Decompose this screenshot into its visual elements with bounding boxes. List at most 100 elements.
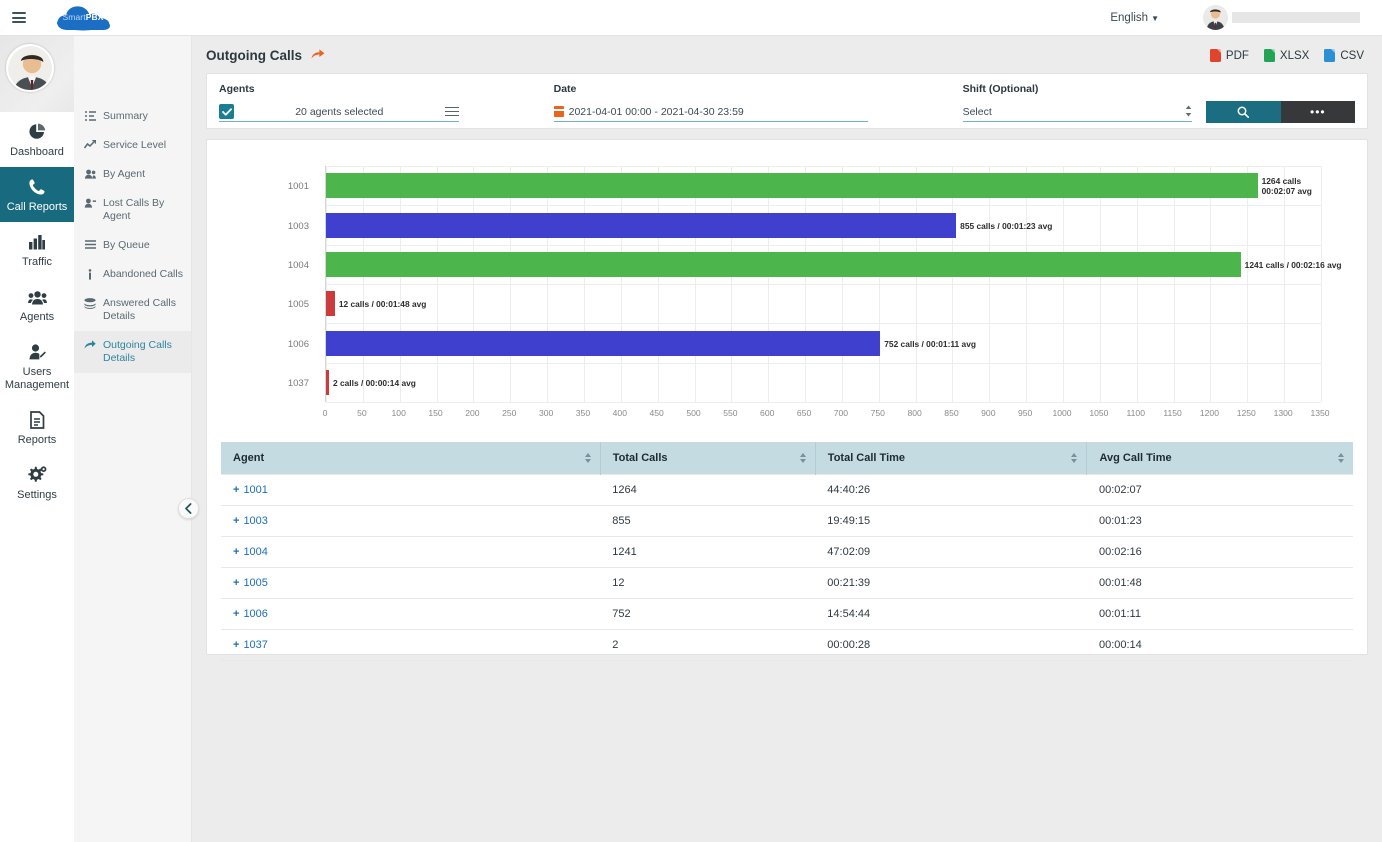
agent-link[interactable]: 1004 <box>243 546 267 558</box>
sidebar-item-traffic[interactable]: Traffic <box>0 222 74 277</box>
sidebar-avatar[interactable] <box>6 44 54 92</box>
list-menu-icon[interactable] <box>445 107 459 117</box>
cell-total-call-time: 00:21:39 <box>815 568 1087 599</box>
column-header-agent[interactable]: Agent <box>221 442 600 475</box>
sidebar-item-label: By Queue <box>103 239 150 252</box>
sidebar-item-call-reports[interactable]: Call Reports <box>0 167 74 222</box>
chart-bar-value-label: 2 calls / 00:00:14 avg <box>333 378 416 388</box>
agents-input[interactable]: 20 agents selected <box>219 102 459 122</box>
expand-row-icon[interactable]: + <box>233 639 239 651</box>
sidebar-item-users-management[interactable]: Users Management <box>0 332 74 400</box>
column-header-total-call-time[interactable]: Total Call Time <box>815 442 1087 475</box>
y-axis-category-label: 1004 <box>229 260 317 271</box>
chart-bar[interactable] <box>326 370 329 395</box>
column-header-total-calls[interactable]: Total Calls <box>600 442 815 475</box>
sidebar-item-outgoing-calls-details[interactable]: Outgoing Calls Details <box>74 331 191 373</box>
table-row[interactable]: +100675214:54:4400:01:11 <box>221 599 1353 630</box>
cell-agent[interactable]: +1001 <box>221 475 600 506</box>
sidebar-item-summary[interactable]: Summary <box>74 102 191 131</box>
sort-icon[interactable] <box>1071 453 1077 463</box>
username-placeholder-bar <box>1232 12 1360 23</box>
sidebar-item-label: Reports <box>2 434 72 447</box>
chart-bar[interactable] <box>326 173 1258 198</box>
date-filter: Date 2021-04-01 00:00 - 2021-04-30 23:59 <box>554 83 868 122</box>
chart-bar[interactable] <box>326 291 335 316</box>
cell-agent[interactable]: +1006 <box>221 599 600 630</box>
agent-link[interactable]: 1006 <box>243 608 267 620</box>
cell-agent[interactable]: +1005 <box>221 568 600 599</box>
sidebar-item-lost-calls-by-agent[interactable]: Lost Calls By Agent <box>74 189 191 231</box>
avatar[interactable] <box>1203 5 1228 30</box>
calendar-icon <box>554 106 564 117</box>
table-row[interactable]: +1037200:00:2800:00:14 <box>221 630 1353 661</box>
table-header: Agent Total Calls Total Call Time Avg Ca… <box>221 442 1353 475</box>
sidebar-item-by-agent[interactable]: By Agent <box>74 160 191 189</box>
cell-agent[interactable]: +1037 <box>221 630 600 661</box>
x-axis-tick-label: 850 <box>944 408 958 418</box>
app-logo[interactable]: SmartPBX <box>54 3 112 33</box>
more-options-button[interactable]: ••• <box>1281 101 1355 123</box>
table-row[interactable]: +100385519:49:1500:01:23 <box>221 506 1353 537</box>
chart-bar[interactable] <box>326 252 1241 277</box>
arrow-forward-icon <box>84 339 96 350</box>
table-row[interactable]: +1004124147:02:0900:02:16 <box>221 537 1353 568</box>
expand-row-icon[interactable]: + <box>233 515 239 527</box>
shift-select[interactable]: Select <box>963 102 1193 122</box>
sidebar-item-reports[interactable]: Reports <box>0 400 74 455</box>
cell-agent[interactable]: +1003 <box>221 506 600 537</box>
agents-selected-text: 20 agents selected <box>234 106 445 118</box>
sort-icon[interactable] <box>800 453 806 463</box>
shift-filter: Shift (Optional) Select <box>963 83 1193 122</box>
x-axis-tick-label: 700 <box>834 408 848 418</box>
x-axis-tick-label: 250 <box>502 408 516 418</box>
cell-total-call-time: 44:40:26 <box>815 475 1087 506</box>
column-header-avg-call-time[interactable]: Avg Call Time <box>1087 442 1353 475</box>
export-label: XLSX <box>1280 50 1309 62</box>
sort-icon[interactable] <box>1338 453 1344 463</box>
agent-link[interactable]: 1005 <box>243 577 267 589</box>
expand-row-icon[interactable]: + <box>233 577 239 589</box>
language-selector[interactable]: English▼ <box>1110 12 1159 24</box>
sidebar-item-answered-calls-details[interactable]: Answered Calls Details <box>74 289 191 331</box>
table-row[interactable]: +1001126444:40:2600:02:07 <box>221 475 1353 506</box>
sidebar-item-abandoned-calls[interactable]: Abandoned Calls <box>74 260 191 289</box>
column-header-label: Total Call Time <box>828 452 905 464</box>
sidebar-item-label: Settings <box>2 489 72 502</box>
cloud-icon <box>54 5 112 31</box>
sidebar-collapse-handle[interactable] <box>178 498 199 519</box>
agent-link[interactable]: 1003 <box>243 515 267 527</box>
sidebar-item-settings[interactable]: Settings <box>0 455 74 510</box>
pie-chart-icon <box>2 121 72 143</box>
chart-bar-value-label: 752 calls / 00:01:11 avg <box>884 339 976 349</box>
chart-gridline <box>326 363 1321 364</box>
document-icon <box>2 409 72 431</box>
agent-link[interactable]: 1001 <box>243 484 267 496</box>
hamburger-icon[interactable] <box>12 12 26 23</box>
gear-icon <box>2 464 72 486</box>
date-filter-label: Date <box>554 83 868 95</box>
excel-file-icon <box>1264 49 1275 62</box>
expand-row-icon[interactable]: + <box>233 608 239 620</box>
expand-row-icon[interactable]: + <box>233 546 239 558</box>
chart-gridline <box>326 323 1321 324</box>
avatar-image <box>1203 5 1228 30</box>
table-row[interactable]: +10051200:21:3900:01:48 <box>221 568 1353 599</box>
agents-checkbox[interactable] <box>219 104 234 119</box>
chart-gridline <box>326 166 1321 167</box>
sidebar-item-by-queue[interactable]: By Queue <box>74 231 191 260</box>
export-xlsx-button[interactable]: XLSX <box>1264 49 1309 62</box>
export-pdf-button[interactable]: PDF <box>1210 49 1249 62</box>
cell-agent[interactable]: +1004 <box>221 537 600 568</box>
expand-row-icon[interactable]: + <box>233 484 239 496</box>
sidebar-item-agents[interactable]: Agents <box>0 277 74 332</box>
chart-bar[interactable] <box>326 331 880 356</box>
date-range-input[interactable]: 2021-04-01 00:00 - 2021-04-30 23:59 <box>554 102 868 122</box>
search-button[interactable] <box>1206 101 1280 123</box>
sidebar-item-dashboard[interactable]: Dashboard <box>0 112 74 167</box>
sidebar-item-service-level[interactable]: Service Level <box>74 131 191 160</box>
export-csv-button[interactable]: CSV <box>1324 49 1364 62</box>
chart-bar[interactable] <box>326 213 956 238</box>
sort-icon[interactable] <box>585 453 591 463</box>
agent-link[interactable]: 1037 <box>243 639 267 651</box>
updown-caret-icon <box>1185 105 1192 119</box>
